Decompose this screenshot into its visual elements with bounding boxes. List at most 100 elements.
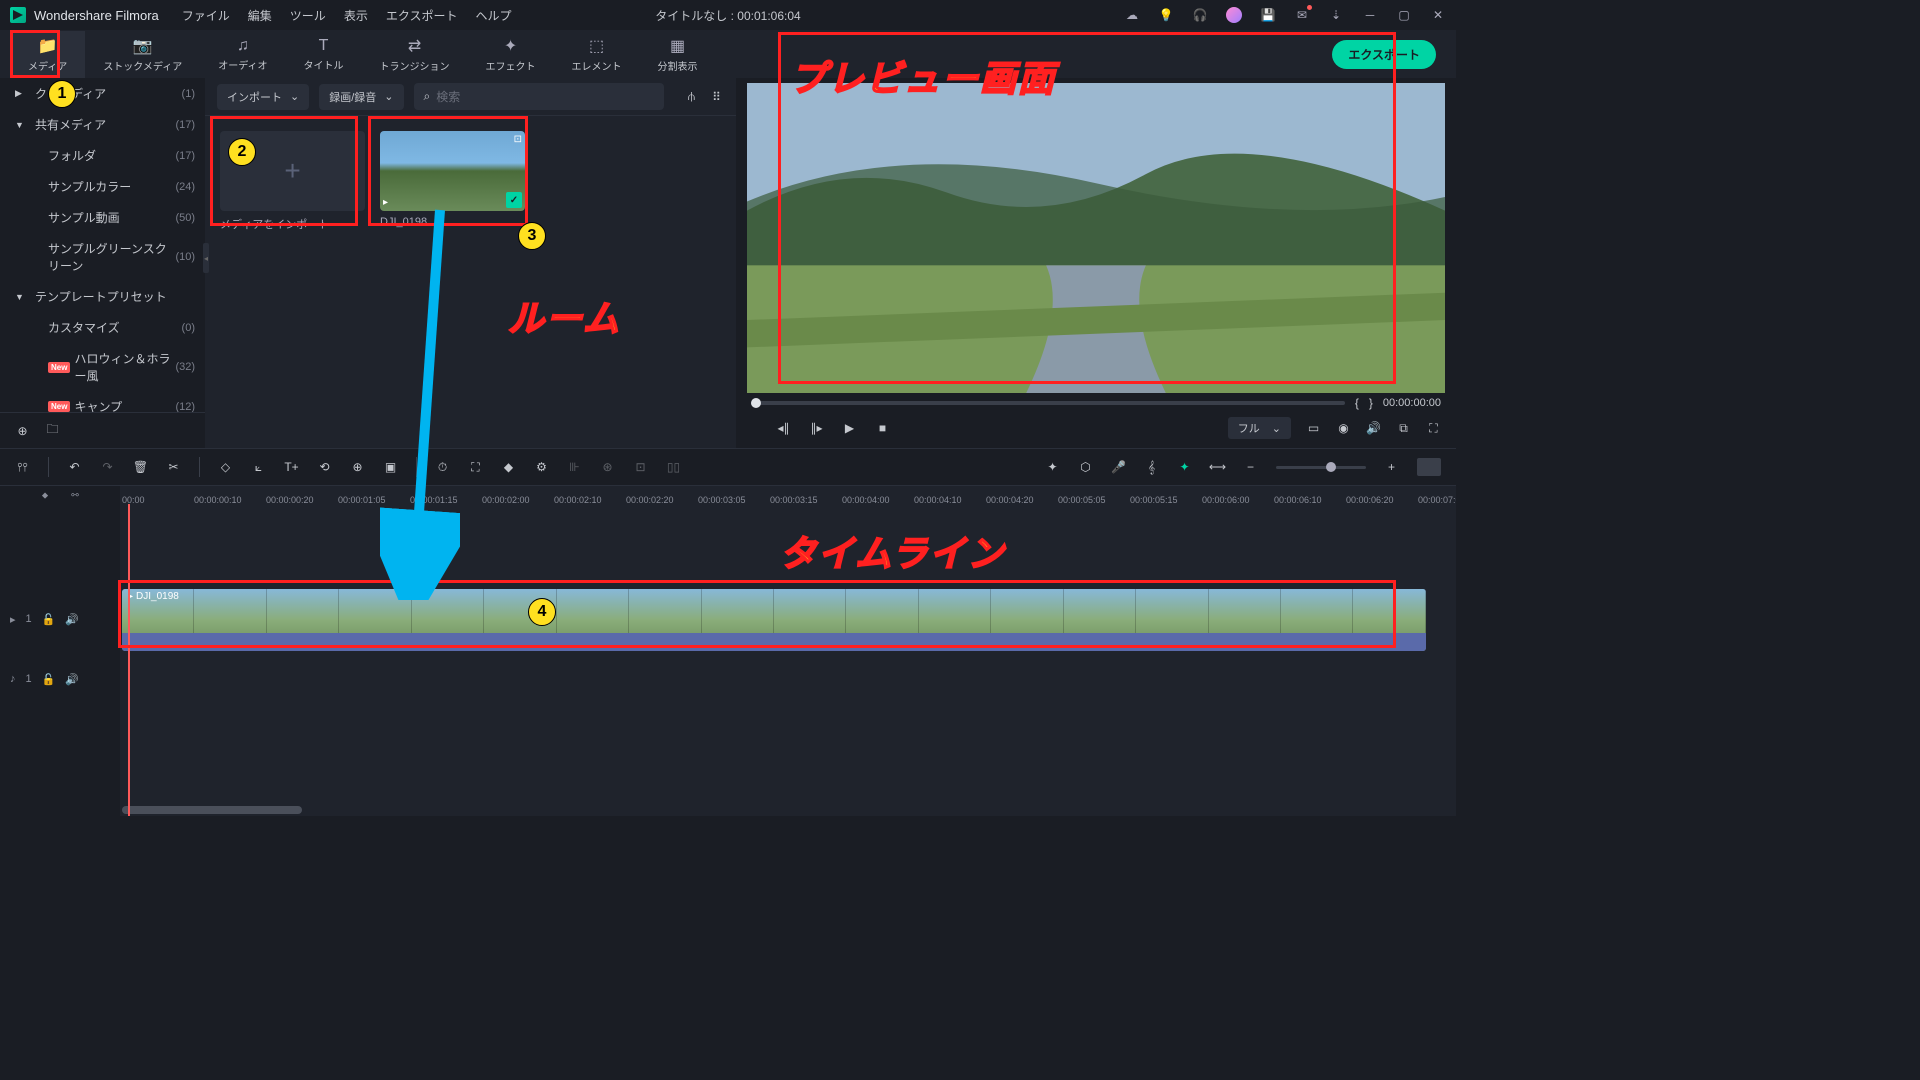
headset-icon[interactable]: 🎧 [1192,7,1208,23]
auto-icon[interactable]: ✦ [1045,460,1060,475]
quality-dropdown[interactable]: フル⌄ [1228,417,1291,439]
color-icon[interactable]: ⊕ [350,460,365,475]
sidebar-item[interactable]: ▼共有メディア(17) [0,109,205,140]
tracks-icon[interactable]: ⫯⫯ [15,460,30,475]
audio-track-icon[interactable]: ♪ [10,673,16,685]
tab-effect[interactable]: ✦エフェクト [468,31,554,78]
tag-icon[interactable]: ◇ [218,460,233,475]
close-icon[interactable]: ✕ [1430,7,1446,23]
tab-stock[interactable]: 📷ストックメディア [85,31,200,78]
lock-icon[interactable]: 🔓 [42,613,56,626]
compare-icon[interactable]: ⧉ [1396,421,1411,436]
mask-icon[interactable]: ▣ [383,460,398,475]
mixer-icon[interactable]: 𝄞 [1144,460,1159,475]
fullscreen-icon[interactable]: ⛶ [1426,421,1441,436]
import-dropdown[interactable]: インポート⌄ [217,84,309,110]
redo-icon[interactable]: ↷ [100,460,115,475]
zoom-out-icon[interactable]: − [1243,460,1258,475]
prev-frame-icon[interactable]: ◂∥ [776,421,791,436]
idea-icon[interactable]: 💡 [1158,7,1174,23]
zoom-in-icon[interactable]: + [1384,460,1399,475]
marker-add-icon[interactable]: ✦ [1177,460,1192,475]
menu-edit[interactable]: 編集 [248,7,272,24]
sidebar-item[interactable]: Newハロウィン＆ホラー風(32) [0,343,205,391]
mute-icon[interactable]: 🔊 [65,673,79,686]
tab-split[interactable]: ▦分割表示 [640,31,716,78]
folder-tree-icon[interactable]: 🗀 [45,423,60,438]
record-dropdown[interactable]: 録画/録音⌄ [319,84,403,110]
sidebar-item[interactable]: ▶クトメディア(1) [0,78,205,109]
save-icon[interactable]: 💾 [1260,7,1276,23]
play-icon[interactable]: ▶ [842,421,857,436]
sidebar-item[interactable]: サンプル動画(50) [0,202,205,233]
voiceover-icon[interactable]: 🎤 [1111,460,1126,475]
maximize-icon[interactable]: ▢ [1396,7,1412,23]
panel-drag-handle[interactable]: ◂ [203,243,209,273]
scrub-track[interactable] [751,401,1345,405]
undo-icon[interactable]: ↶ [67,460,82,475]
tab-title[interactable]: Tタイトル [286,32,362,77]
playhead[interactable] [128,504,130,816]
range-icon[interactable]: ⟷ [1210,460,1225,475]
sidebar-item[interactable]: サンプルカラー(24) [0,171,205,202]
zoom-slider[interactable] [1276,466,1366,469]
tab-element[interactable]: ⬚エレメント [554,31,640,78]
menu-tools[interactable]: ツール [290,7,326,24]
new-folder-icon[interactable]: ⊕ [15,423,30,438]
lock-icon[interactable]: 🔓 [42,673,56,686]
speed-icon[interactable]: ⏱ [435,460,450,475]
media-search[interactable]: ⌕検索 [414,83,664,110]
menu-help[interactable]: ヘルプ [475,7,511,24]
view-mode-icon[interactable] [1417,458,1441,476]
sidebar-item[interactable]: Newキャンプ(12) [0,391,205,412]
enhance-icon[interactable]: ⊛ [600,460,615,475]
media-clip-card[interactable]: ⊡ ▸ ✓ DJI_0198 [380,131,525,232]
sidebar-item[interactable]: サンプルグリーンスクリーン(10) [0,233,205,281]
group-icon[interactable]: ▯▯ [666,460,681,475]
sidebar-item[interactable]: カスタマイズ(0) [0,312,205,343]
minimize-icon[interactable]: ─ [1362,7,1378,23]
bracket-close-icon[interactable]: } [1369,396,1373,410]
timeline-clip[interactable]: ▸DJI_0198 [122,589,1426,651]
fit-icon[interactable]: ⛶ [468,460,483,475]
link-icon[interactable]: ⚯ [68,488,83,503]
stop-icon[interactable]: ■ [875,421,890,436]
marker-icon[interactable]: ⬥ [38,488,53,503]
export-button[interactable]: エクスポート [1332,40,1436,69]
delete-icon[interactable]: 🗑 [133,460,148,475]
adjust-icon[interactable]: ⚙ [534,460,549,475]
filter-icon[interactable]: ⫛ [684,89,699,104]
snapshot-icon[interactable]: ◉ [1336,421,1351,436]
menu-file[interactable]: ファイル [182,7,230,24]
menu-view[interactable]: 表示 [344,7,368,24]
rotate-icon[interactable]: ⟲ [317,460,332,475]
tab-audio[interactable]: ♫オーディオ [200,32,285,77]
cut-icon[interactable]: ✂ [166,460,181,475]
menu-export[interactable]: エクスポート [386,7,458,24]
shield-icon[interactable]: ⬡ [1078,460,1093,475]
sidebar-item[interactable]: ▼テンプレートプリセット [0,281,205,312]
message-icon[interactable]: ✉ [1294,7,1310,23]
audio-sync-icon[interactable]: ⊪ [567,460,582,475]
motion-icon[interactable]: ⊡ [633,460,648,475]
tab-transition[interactable]: ⇄トランジション [362,31,468,78]
display-icon[interactable]: ▭ [1306,421,1321,436]
tab-media[interactable]: 📁メディア [10,31,85,78]
mic-icon[interactable]: ⇣ [1328,7,1344,23]
volume-icon[interactable]: 🔊 [1366,421,1381,436]
grid-view-icon[interactable]: ⠿ [709,89,724,104]
text-tool-icon[interactable]: T+ [284,460,299,475]
eye-icon[interactable]: 🔊 [65,613,79,626]
video-track[interactable]: ▸DJI_0198 [122,589,1456,651]
bracket-open-icon[interactable]: { [1355,396,1359,410]
avatar-icon[interactable] [1226,7,1242,23]
timeline-ruler[interactable]: ⬥ ⚯ 00:0000:00:00:1000:00:00:2000:00:01:… [0,486,1456,504]
video-track-icon[interactable]: ▸ [10,613,16,626]
step-forward-icon[interactable]: ∥▸ [809,421,824,436]
cloud-icon[interactable]: ☁ [1124,7,1140,23]
keyframe-icon[interactable]: ◆ [501,460,516,475]
preview-video[interactable] [747,83,1445,393]
crop-icon[interactable]: ⟀ [251,460,266,475]
sidebar-item[interactable]: フォルダ(17) [0,140,205,171]
horizontal-scrollbar[interactable] [122,806,302,814]
